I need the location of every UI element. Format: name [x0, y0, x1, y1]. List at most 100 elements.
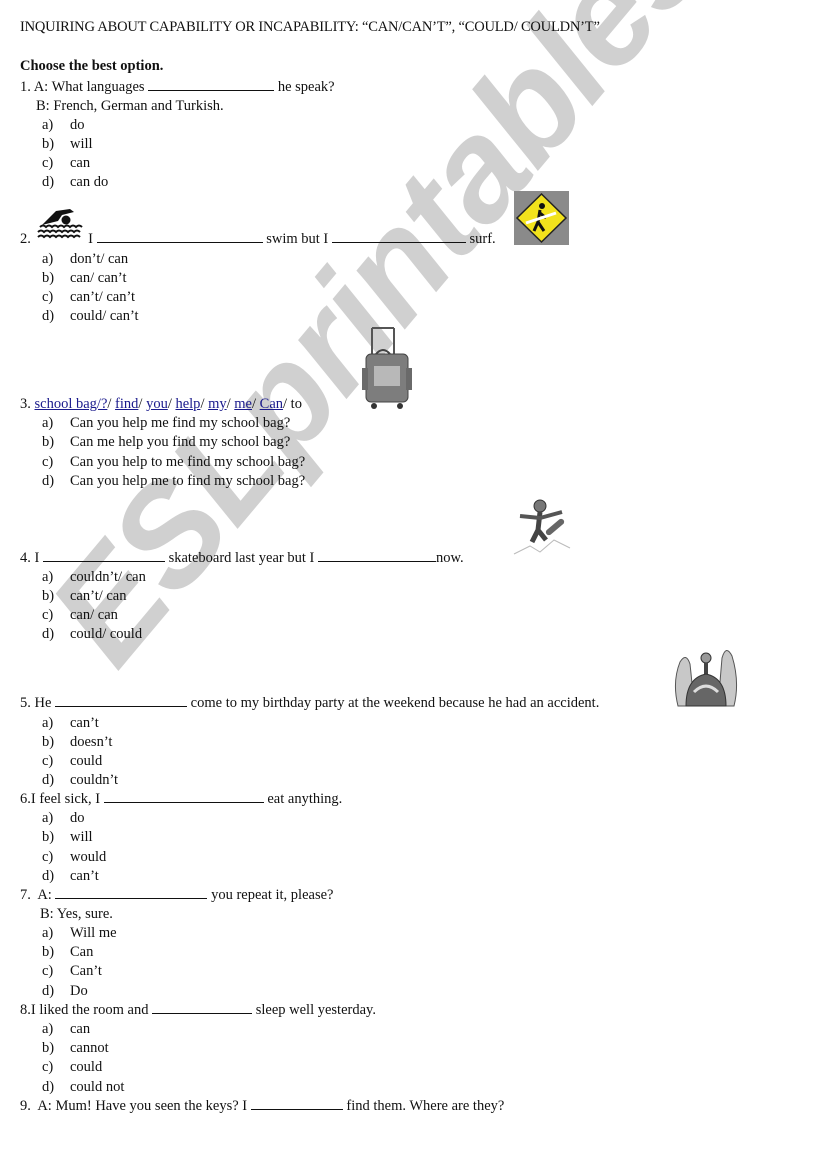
option-8c: c) could — [42, 1058, 102, 1077]
worksheet-title: INQUIRING ABOUT CAPABILITY OR INCAPABILI… — [20, 19, 600, 35]
option-letter: b) — [42, 829, 55, 845]
option-text: can/ can — [70, 607, 118, 623]
question-number: 6. — [20, 791, 31, 807]
option-7a: a) Will me — [42, 924, 117, 943]
option-text: can’t — [70, 715, 99, 731]
question-7: 7. A: you repeat it, please? — [20, 886, 333, 905]
question-text: come to my birthday party at the weekend… — [190, 695, 600, 711]
option-6d: d) can’t — [42, 867, 99, 886]
car-accident-icon — [674, 650, 738, 707]
option-8b: b) cannot — [42, 1039, 109, 1058]
option-letter: c) — [42, 753, 54, 769]
option-letter: c) — [42, 155, 54, 171]
option-text: will — [70, 136, 93, 152]
option-1d: d) can do — [42, 173, 108, 192]
scrambled-word[interactable]: you — [146, 396, 168, 412]
scrambled-word[interactable]: school bag/? — [35, 396, 108, 412]
question-text: skateboard last year but I — [168, 550, 315, 566]
option-text: could — [70, 753, 103, 769]
answer-blank — [96, 230, 263, 243]
option-letter: d) — [42, 473, 55, 489]
question-8: 8.I liked the room and sleep well yester… — [20, 1001, 376, 1020]
option-letter: c) — [42, 963, 54, 979]
option-1a: a) do — [42, 116, 85, 135]
scrambled-word[interactable]: Can — [260, 396, 283, 412]
question-text: A: Mum! Have you seen the keys? I — [37, 1098, 248, 1114]
scrambled-word[interactable]: my — [208, 396, 227, 412]
question-number: 2. — [20, 231, 31, 247]
question-text: I — [34, 550, 40, 566]
option-4c: c) can/ can — [42, 606, 118, 625]
option-text: Can you help to me find my school bag? — [70, 454, 306, 470]
option-7b: b) Can — [42, 943, 93, 962]
answer-blank — [331, 230, 466, 243]
option-text: Can me help you find my school bag? — [70, 434, 291, 450]
option-letter: a) — [42, 715, 54, 731]
question-number: 8. — [20, 1002, 31, 1018]
question-2: 2. I swim but I surf. — [20, 230, 496, 249]
option-letter: d) — [42, 174, 55, 190]
option-2b: b) can/ can’t — [42, 269, 127, 288]
option-text: could/ could — [70, 626, 143, 642]
option-text: can’t/ can’t — [70, 289, 136, 305]
option-text: Can you help me to find my school bag? — [70, 473, 306, 489]
question-text: I feel sick, I — [30, 791, 101, 807]
question-text: A: What languages — [33, 79, 145, 95]
answer-blank — [103, 790, 264, 803]
instructions: Choose the best option. — [20, 58, 164, 74]
option-text: would — [70, 849, 107, 865]
scrambled-word[interactable]: me — [234, 396, 252, 412]
question-text: I — [88, 231, 93, 247]
option-text: cannot — [70, 1040, 109, 1056]
option-text: Can — [70, 944, 94, 960]
option-letter: b) — [42, 136, 55, 152]
option-text: Can you help me find my school bag? — [70, 415, 291, 431]
question-text: now. — [435, 550, 464, 566]
question-number: 1. — [20, 79, 31, 95]
option-text: can’t/ can — [70, 588, 127, 604]
option-letter: c) — [42, 289, 54, 305]
option-3b: b) Can me help you find my school bag? — [42, 433, 290, 452]
option-4d: d) could/ could — [42, 625, 142, 644]
question-number: 9. — [20, 1098, 31, 1114]
scrambled-word-plain: to — [290, 396, 302, 412]
worksheet-page: ESLprintables.com INQUIRING ABOUT CAPABI… — [0, 0, 821, 1169]
option-letter: c) — [42, 454, 54, 470]
option-letter: d) — [42, 983, 55, 999]
option-6a: a) do — [42, 809, 85, 828]
question-3: 3. school bag/?/ find/ you/ help/ my/ me… — [20, 396, 302, 412]
option-text: Will me — [70, 925, 117, 941]
option-text: can do — [70, 174, 109, 190]
option-text: do — [70, 810, 85, 826]
option-5a: a) can’t — [42, 714, 99, 733]
option-1c: c) can — [42, 154, 90, 173]
scrambled-word[interactable]: help — [175, 396, 200, 412]
answer-blank — [250, 1097, 343, 1110]
option-text: Do — [70, 983, 88, 999]
question-text: A: — [37, 887, 52, 903]
option-letter: b) — [42, 588, 55, 604]
question-text: sleep well yesterday. — [255, 1002, 376, 1018]
question-text: he speak? — [277, 79, 335, 95]
option-3a: a) Can you help me find my school bag? — [42, 414, 290, 433]
option-2c: c) can’t/ can’t — [42, 288, 135, 307]
option-7c: c) Can’t — [42, 962, 102, 981]
option-letter: a) — [42, 569, 54, 585]
option-text: will — [70, 829, 93, 845]
option-letter: c) — [42, 607, 54, 623]
option-6c: c) would — [42, 848, 106, 867]
question-text: swim but I — [266, 231, 329, 247]
option-2d: d) could/ can’t — [42, 307, 139, 326]
option-text: could — [70, 1059, 103, 1075]
question-number: 4. — [20, 550, 31, 566]
scrambled-word[interactable]: find — [115, 396, 138, 412]
option-text: could not — [70, 1079, 125, 1095]
option-4b: b) can’t/ can — [42, 587, 127, 606]
question-1-response: B: French, German and Turkish. — [36, 98, 224, 114]
skateboarder-icon — [513, 499, 571, 555]
option-text: Can’t — [70, 963, 102, 979]
option-6b: b) will — [42, 828, 93, 847]
option-letter: a) — [42, 1021, 54, 1037]
answer-blank — [152, 1001, 253, 1014]
option-text: don’t/ can — [70, 251, 129, 267]
